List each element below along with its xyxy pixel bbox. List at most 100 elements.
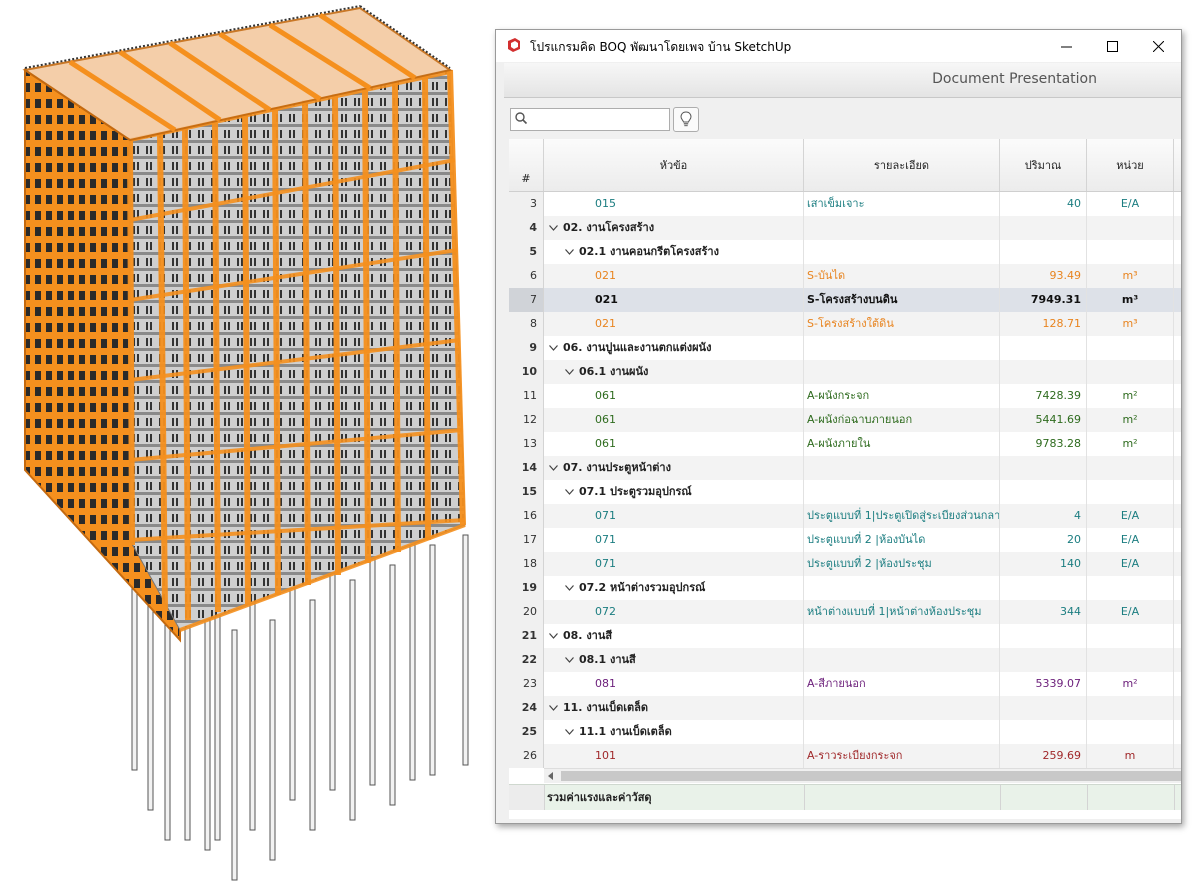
scroll-thumb[interactable] bbox=[561, 771, 1181, 781]
item-code: 061 bbox=[595, 389, 616, 402]
chevron-down-icon[interactable] bbox=[565, 249, 574, 255]
row-unit bbox=[1087, 336, 1174, 360]
row-description bbox=[804, 720, 1000, 744]
model-viewport[interactable] bbox=[0, 0, 500, 883]
group-label: 11.1 งานเบ็ดเตล็ด bbox=[579, 725, 672, 738]
lightbulb-icon bbox=[680, 111, 692, 127]
table-row[interactable]: 8 021 S-โครงสร้างใต้ดิน 128.71 m³ bbox=[509, 312, 1181, 336]
close-icon bbox=[1152, 40, 1164, 52]
table-row[interactable]: 16 071 ประตูแบบที่ 1|ประตูเปิดสู่ระเบียงส่… bbox=[509, 504, 1181, 528]
item-code: 021 bbox=[595, 317, 616, 330]
search-input[interactable] bbox=[531, 110, 667, 129]
chevron-down-icon[interactable] bbox=[565, 369, 574, 375]
row-quantity: 20 bbox=[1000, 528, 1087, 552]
column-header-topic[interactable]: หัวข้อ bbox=[544, 139, 804, 191]
row-quantity: 7428.39 bbox=[1000, 384, 1087, 408]
search-icon bbox=[515, 112, 528, 125]
row-unit bbox=[1087, 480, 1174, 504]
row-index: 11 bbox=[509, 384, 544, 408]
table-row[interactable]: 6 021 S-บันได 93.49 m³ bbox=[509, 264, 1181, 288]
row-description bbox=[804, 696, 1000, 720]
item-code: 021 bbox=[595, 293, 618, 306]
row-description: A-ผนังกระจก bbox=[804, 384, 1000, 408]
table-row[interactable]: 13 061 A-ผนังภายใน 9783.28 m² bbox=[509, 432, 1181, 456]
group-row[interactable]: 15 07.1 ประตูรวมอุปกรณ์ bbox=[509, 480, 1181, 504]
row-extra bbox=[1174, 648, 1181, 672]
group-row[interactable]: 4 02. งานโครงสร้าง bbox=[509, 216, 1181, 240]
row-unit: m bbox=[1087, 744, 1174, 768]
chevron-down-icon[interactable] bbox=[549, 465, 558, 471]
item-code: 061 bbox=[595, 437, 616, 450]
chevron-down-icon[interactable] bbox=[549, 225, 558, 231]
summary-separator bbox=[804, 785, 805, 810]
row-description bbox=[804, 624, 1000, 648]
column-header-index[interactable]: # bbox=[509, 139, 544, 191]
row-index: 5 bbox=[509, 240, 544, 264]
group-label: 07. งานประตูหน้าต่าง bbox=[563, 461, 671, 474]
table-row[interactable]: 26 101 A-ราวระเบียงกระจก 259.69 m bbox=[509, 744, 1181, 768]
row-description: A-ราวระเบียงกระจก bbox=[804, 744, 1000, 768]
column-header-description[interactable]: รายละเอียด bbox=[804, 139, 1000, 191]
column-header-unit[interactable]: หน่วย bbox=[1087, 139, 1174, 191]
row-description: A-ผนังภายใน bbox=[804, 432, 1000, 456]
boq-grid: # หัวข้อ รายละเอียด ปริมาณ หน่วย 3 015 เสา… bbox=[509, 139, 1181, 819]
row-topic: 06. งานปูนและงานตกแต่งผนัง bbox=[544, 336, 804, 360]
row-topic: 071 bbox=[544, 528, 804, 552]
row-topic: 021 bbox=[544, 312, 804, 336]
group-row[interactable]: 22 08.1 งานสี bbox=[509, 648, 1181, 672]
scroll-left-icon[interactable] bbox=[547, 771, 555, 781]
chevron-down-icon[interactable] bbox=[565, 585, 574, 591]
chevron-down-icon[interactable] bbox=[565, 489, 574, 495]
search-box[interactable] bbox=[510, 108, 670, 131]
group-row[interactable]: 14 07. งานประตูหน้าต่าง bbox=[509, 456, 1181, 480]
group-row[interactable]: 24 11. งานเบ็ดเตล็ด bbox=[509, 696, 1181, 720]
row-unit: m² bbox=[1087, 408, 1174, 432]
horizontal-scrollbar[interactable] bbox=[544, 768, 1181, 783]
title-bar[interactable]: โปรแกรมคิด BOQ พัฒนาโดยเพจ บ้าน SketchUp bbox=[496, 30, 1181, 62]
column-header-extra[interactable] bbox=[1174, 139, 1181, 191]
group-row[interactable]: 10 06.1 งานผนัง bbox=[509, 360, 1181, 384]
window-title: โปรแกรมคิด BOQ พัฒนาโดยเพจ บ้าน SketchUp bbox=[530, 40, 792, 54]
row-extra bbox=[1174, 456, 1181, 480]
table-row[interactable]: 12 061 A-ผนังก่อฉาบภายนอก 5441.69 m² bbox=[509, 408, 1181, 432]
table-row[interactable]: 23 081 A-สีภายนอก 5339.07 m² bbox=[509, 672, 1181, 696]
table-row[interactable]: 17 071 ประตูแบบที่ 2 |ห้องบันได 20 E/A bbox=[509, 528, 1181, 552]
row-unit: m³ bbox=[1087, 312, 1174, 336]
minimize-button[interactable] bbox=[1043, 30, 1089, 62]
row-index: 3 bbox=[509, 192, 544, 216]
row-index: 17 bbox=[509, 528, 544, 552]
group-row[interactable]: 5 02.1 งานคอนกรีตโครงสร้าง bbox=[509, 240, 1181, 264]
chevron-down-icon[interactable] bbox=[549, 633, 558, 639]
group-row[interactable]: 25 11.1 งานเบ็ดเตล็ด bbox=[509, 720, 1181, 744]
chevron-down-icon[interactable] bbox=[549, 705, 558, 711]
row-description bbox=[804, 336, 1000, 360]
row-topic: 06.1 งานผนัง bbox=[544, 360, 804, 384]
hint-button[interactable] bbox=[673, 107, 699, 132]
row-description: A-ผนังก่อฉาบภายนอก bbox=[804, 408, 1000, 432]
row-unit: m³ bbox=[1087, 264, 1174, 288]
table-row[interactable]: 11 061 A-ผนังกระจก 7428.39 m² bbox=[509, 384, 1181, 408]
row-extra bbox=[1174, 600, 1181, 624]
chevron-down-icon[interactable] bbox=[549, 345, 558, 351]
row-extra bbox=[1174, 384, 1181, 408]
group-row[interactable]: 21 08. งานสี bbox=[509, 624, 1181, 648]
table-row[interactable]: 18 071 ประตูแบบที่ 2 |ห้องประชุม 140 E/A bbox=[509, 552, 1181, 576]
table-row[interactable]: 20 072 หน้าต่างแบบที่ 1|หน้าต่างห้องประชุม… bbox=[509, 600, 1181, 624]
group-row[interactable]: 9 06. งานปูนและงานตกแต่งผนัง bbox=[509, 336, 1181, 360]
table-row[interactable]: 3 015 เสาเข็มเจาะ 40 E/A bbox=[509, 192, 1181, 216]
row-unit: m² bbox=[1087, 672, 1174, 696]
row-index: 20 bbox=[509, 600, 544, 624]
item-code: 101 bbox=[595, 749, 616, 762]
maximize-button[interactable] bbox=[1089, 30, 1135, 62]
chevron-down-icon[interactable] bbox=[565, 729, 574, 735]
table-row[interactable]: 7 021 S-โครงสร้างบนดิน 7949.31 m³ bbox=[509, 288, 1181, 312]
column-header-quantity[interactable]: ปริมาณ bbox=[1000, 139, 1087, 191]
chevron-down-icon[interactable] bbox=[565, 657, 574, 663]
row-quantity bbox=[1000, 240, 1087, 264]
group-row[interactable]: 19 07.2 หน้าต่างรวมอุปกรณ์ bbox=[509, 576, 1181, 600]
row-extra bbox=[1174, 576, 1181, 600]
row-quantity bbox=[1000, 360, 1087, 384]
close-button[interactable] bbox=[1135, 30, 1181, 62]
row-description: ประตูแบบที่ 1|ประตูเปิดสู่ระเบียงส่วนกลา… bbox=[804, 504, 1000, 528]
row-index: 23 bbox=[509, 672, 544, 696]
